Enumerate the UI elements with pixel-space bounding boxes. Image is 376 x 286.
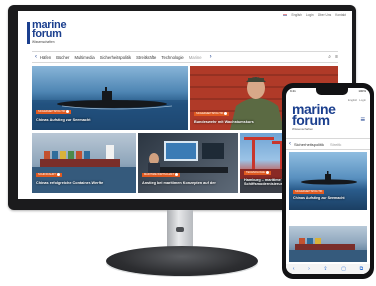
cable-slot bbox=[176, 227, 184, 232]
nav-item-marine[interactable]: Marine bbox=[189, 55, 202, 60]
share-icon[interactable]: ⇪ bbox=[323, 266, 327, 272]
nav-item-sicherheitspolitik[interactable]: Sicherheitspolitik bbox=[100, 55, 131, 60]
phone-site-logo[interactable]: marine forum Wissenschaften bbox=[292, 102, 336, 131]
phone-notch bbox=[316, 88, 348, 95]
tile-badge[interactable]: TECHNOLOGIE bbox=[244, 171, 271, 175]
hamburger-menu-icon[interactable]: ≡ bbox=[360, 116, 365, 124]
phone-navigation: ‹ Sicherheitspolitik Streitk bbox=[286, 138, 370, 150]
article-tile-control-room[interactable]: MARITIME WIRTSCHAFT Anstieg bei maritime… bbox=[138, 133, 238, 193]
main-navigation: ‹ Häfen Bücher Multimedia Sicherheitspol… bbox=[32, 51, 338, 63]
nav-item-haefen[interactable]: Häfen bbox=[40, 55, 51, 60]
tile-badge[interactable]: SICHERHEITSPOLITIK bbox=[36, 110, 72, 114]
tile-caption[interactable]: Anstieg bei maritimen Konzepten auf der bbox=[142, 181, 234, 185]
tile-caption[interactable]: Chinas erfolgreiche Container-Werfte bbox=[36, 181, 132, 185]
tile-badge[interactable]: SICHERHEITSPOLITIK bbox=[194, 112, 230, 116]
chevron-left-icon[interactable]: ‹ bbox=[35, 54, 37, 60]
phone-article-tile-submarine[interactable]: SICHERHEITSPOLITIK Chinas Aufstieg zur S… bbox=[289, 152, 367, 210]
phone-login-link[interactable]: Login bbox=[359, 98, 366, 102]
nav-item-multimedia[interactable]: Multimedia bbox=[74, 55, 94, 60]
logo-line-2: forum bbox=[32, 28, 62, 40]
phone-browser-toolbar: ‹ › ⇪ ▢ ⧉ bbox=[286, 264, 370, 274]
nav-item-streitkraefte[interactable]: Streitkräfte bbox=[136, 55, 156, 60]
nav-item-buecher[interactable]: Bücher bbox=[56, 55, 69, 60]
about-link[interactable]: Über Uns bbox=[318, 13, 331, 17]
tile-caption[interactable]: Chinas Aufstieg zur Seemacht bbox=[36, 118, 184, 122]
tile-badge[interactable]: SICHERHEITSPOLITIK bbox=[293, 190, 325, 194]
status-battery: 100% bbox=[358, 89, 366, 93]
phone-article-tile-container-ship[interactable] bbox=[289, 226, 367, 262]
phone-screen: 9:41 100% English Login marine forum Wis… bbox=[286, 88, 370, 274]
logo-side-bar bbox=[27, 22, 30, 44]
contact-link[interactable]: Kontakt bbox=[335, 13, 346, 17]
article-tile-submarine[interactable]: SICHERHEITSPOLITIK Chinas Aufstieg zur S… bbox=[32, 66, 188, 130]
status-time: 9:41 bbox=[290, 89, 296, 93]
bookmarks-icon[interactable]: ▢ bbox=[341, 266, 346, 272]
tabs-icon[interactable]: ⧉ bbox=[360, 266, 364, 272]
article-tile-container-ship[interactable]: SCHIFFFAHRT Chinas erfolgreiche Containe… bbox=[32, 133, 136, 193]
menu-icon[interactable]: ≡ bbox=[335, 54, 338, 60]
back-icon[interactable]: ‹ bbox=[293, 266, 295, 272]
chevron-right-icon[interactable]: › bbox=[210, 54, 212, 60]
forward-icon[interactable]: › bbox=[308, 266, 310, 272]
phone-language-link[interactable]: English bbox=[348, 98, 357, 102]
search-icon[interactable]: ⌕ bbox=[328, 54, 331, 60]
top-utility-bar: English Login Über Uns Kontakt bbox=[283, 13, 346, 17]
phone-utility-links: English Login bbox=[348, 98, 366, 102]
uk-flag-icon bbox=[283, 13, 288, 17]
nav-item-sicherheitspolitik[interactable]: Sicherheitspolitik bbox=[294, 142, 324, 147]
site-logo[interactable]: marine forum Wissenschaften bbox=[27, 20, 67, 44]
nav-item-streitkraefte[interactable]: Streitk bbox=[330, 142, 341, 147]
logo-tagline: Wissenschaften bbox=[32, 40, 55, 44]
language-link[interactable]: English bbox=[291, 13, 301, 17]
tile-caption[interactable]: Chinas Aufstieg zur Seemacht bbox=[293, 196, 345, 200]
monitor-brand-logo bbox=[180, 202, 206, 205]
nav-item-technologie[interactable]: Technologie bbox=[161, 55, 183, 60]
monitor-base bbox=[106, 246, 258, 276]
login-link[interactable]: Login bbox=[306, 13, 314, 17]
chevron-left-icon[interactable]: ‹ bbox=[289, 141, 291, 147]
smartphone-frame: 9:41 100% English Login marine forum Wis… bbox=[282, 83, 374, 279]
tile-badge[interactable]: SCHIFFFAHRT bbox=[36, 173, 62, 177]
logo-line-2: forum bbox=[292, 112, 330, 128]
tile-badge[interactable]: MARITIME WIRTSCHAFT bbox=[142, 173, 181, 177]
